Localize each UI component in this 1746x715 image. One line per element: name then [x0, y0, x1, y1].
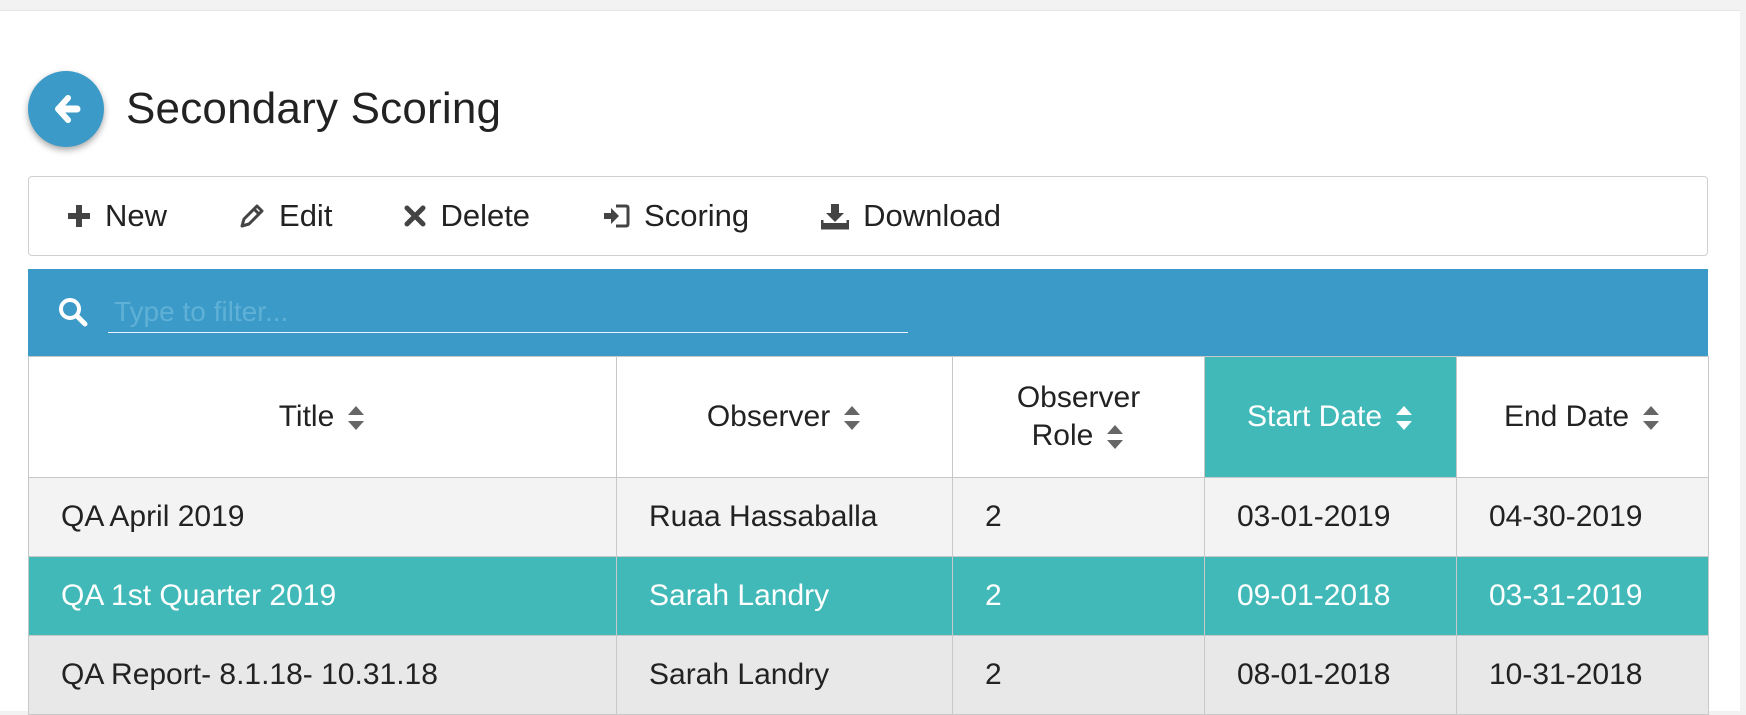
column-header-label: Role [1031, 419, 1094, 452]
scoring-button[interactable]: Scoring [602, 198, 749, 234]
cell-observer: Sarah Landry [616, 556, 953, 636]
filter-bar [28, 269, 1708, 356]
arrow-left-icon [55, 95, 81, 123]
scoring-label: Scoring [644, 198, 750, 233]
sign-in-icon [602, 203, 630, 229]
column-header-label: Observer [1016, 381, 1141, 414]
filter-input[interactable] [108, 291, 908, 333]
cell-end-date: 03-31-2019 [1456, 556, 1709, 636]
cell-title: QA Report- 8.1.18- 10.31.18 [28, 635, 617, 715]
column-header-observer-role[interactable]: Observer Role [952, 356, 1205, 478]
delete-label: Delete [440, 198, 531, 233]
sort-icon [1396, 406, 1413, 431]
cell-title: QA April 2019 [28, 477, 617, 557]
column-header-end-date[interactable]: End Date [1456, 356, 1709, 478]
cell-start-date: 09-01-2018 [1204, 556, 1457, 636]
cell-role: 2 [952, 477, 1205, 557]
column-header-observer[interactable]: Observer [616, 356, 953, 478]
sort-icon [1107, 425, 1124, 450]
cell-end-date: 10-31-2018 [1456, 635, 1709, 715]
search-icon [58, 297, 88, 332]
new-label: New [105, 198, 168, 233]
new-button[interactable]: New [67, 198, 167, 234]
column-header-label: End Date [1503, 400, 1630, 433]
sort-icon [348, 406, 365, 431]
page-header: Secondary Scoring [28, 69, 501, 149]
cell-role: 2 [952, 556, 1205, 636]
plus-icon [67, 204, 91, 228]
download-icon [821, 202, 850, 230]
edit-label: Edit [279, 198, 333, 233]
download-label: Download [863, 198, 1002, 233]
cell-start-date: 08-01-2018 [1204, 635, 1457, 715]
cell-title: QA 1st Quarter 2019 [28, 556, 617, 636]
column-header-label: Title [278, 400, 335, 433]
cell-role: 2 [952, 635, 1205, 715]
pencil-icon [239, 203, 265, 229]
table-row[interactable]: QA Report- 8.1.18- 10.31.18 Sarah Landry… [28, 635, 1709, 715]
back-button[interactable] [28, 71, 104, 147]
toolbar: New Edit Delete Scoring Download [28, 176, 1708, 256]
close-icon [404, 205, 426, 227]
main-panel: Secondary Scoring New Edit Delete Scorin… [0, 10, 1740, 715]
table-row[interactable]: QA April 2019 Ruaa Hassaballa 2 03-01-20… [28, 477, 1709, 557]
column-header-start-date[interactable]: Start Date [1204, 356, 1457, 478]
cell-start-date: 03-01-2019 [1204, 477, 1457, 557]
sort-icon [1643, 406, 1660, 431]
table-row[interactable]: QA 1st Quarter 2019 Sarah Landry 2 09-01… [28, 556, 1709, 636]
scoring-table: Title Observer Observer Role Start Date … [28, 356, 1709, 715]
cell-end-date: 04-30-2019 [1456, 477, 1709, 557]
edit-button[interactable]: Edit [239, 198, 332, 234]
column-header-title[interactable]: Title [28, 356, 617, 478]
column-header-label: Observer [706, 400, 831, 433]
download-button[interactable]: Download [821, 198, 1001, 234]
cell-observer: Sarah Landry [616, 635, 953, 715]
table-header-row: Title Observer Observer Role Start Date … [28, 356, 1709, 478]
delete-button[interactable]: Delete [404, 198, 530, 234]
cell-observer: Ruaa Hassaballa [616, 477, 953, 557]
page-title: Secondary Scoring [126, 84, 502, 133]
column-header-label: Start Date [1246, 400, 1383, 433]
sort-icon [844, 406, 861, 431]
